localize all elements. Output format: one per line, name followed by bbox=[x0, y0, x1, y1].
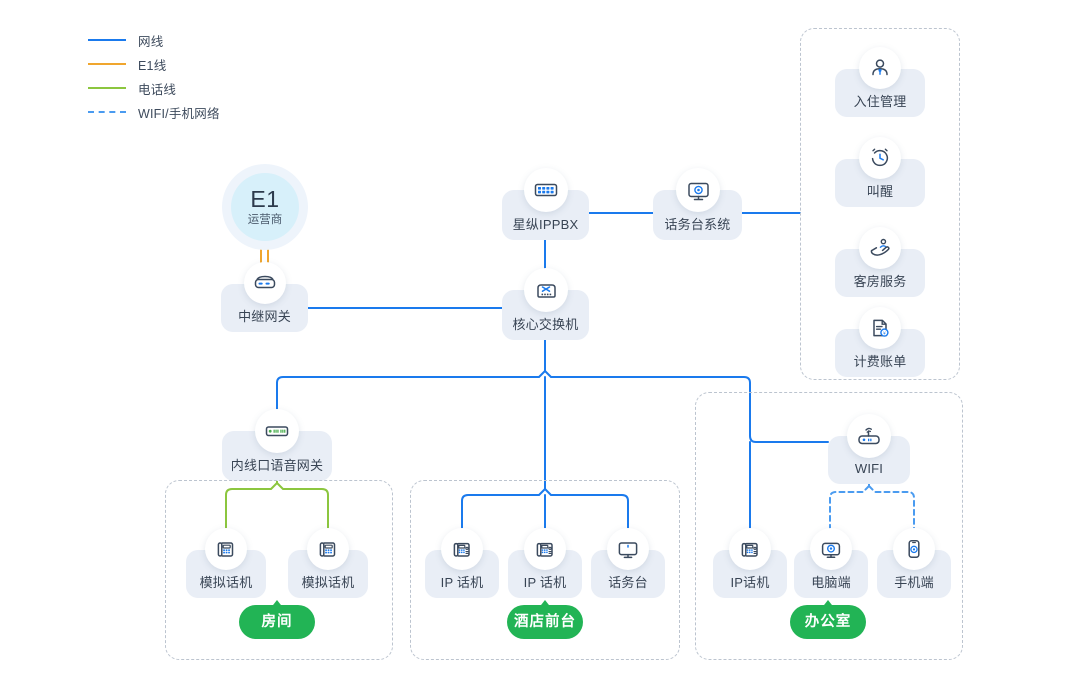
node-label: 模拟话机 bbox=[301, 575, 355, 590]
check-in-person-icon bbox=[859, 47, 901, 89]
console-monitor-icon bbox=[676, 168, 720, 212]
legend-item-wifi: WIFI/手机网络 bbox=[88, 100, 220, 124]
zone-pill: 办公室 bbox=[790, 605, 866, 639]
line-dashed-icon bbox=[88, 111, 126, 113]
legend-item-network: 网线 bbox=[88, 28, 220, 52]
ip-phone-icon bbox=[524, 528, 566, 570]
zone-label: 办公室 bbox=[804, 613, 852, 630]
node-label: IP 话机 bbox=[440, 575, 484, 590]
gateway-device-icon bbox=[244, 262, 286, 304]
desktop-client-icon bbox=[810, 528, 852, 570]
legend-label: 电话线 bbox=[138, 82, 177, 97]
svg-text:¥: ¥ bbox=[883, 330, 886, 335]
zone-pill: 房间 bbox=[239, 605, 315, 639]
billing-invoice-icon: ¥ bbox=[859, 307, 901, 349]
wire-branch-to-voice-gateway bbox=[276, 370, 546, 410]
legend: 网线 E1线 电话线 WIFI/手机网络 bbox=[88, 28, 220, 124]
legend-label: WIFI/手机网络 bbox=[138, 106, 220, 121]
wifi-router-icon bbox=[847, 414, 891, 458]
ip-phone-icon bbox=[729, 528, 771, 570]
mobile-client-icon bbox=[893, 528, 935, 570]
monitor-icon bbox=[607, 528, 649, 570]
node-label: 叫醒 bbox=[866, 184, 894, 199]
e1-subtitle: 运营商 bbox=[247, 213, 283, 226]
node-label: 手机端 bbox=[894, 575, 934, 590]
e1-title: E1 bbox=[250, 185, 280, 212]
alarm-clock-icon bbox=[859, 137, 901, 179]
node-label: 模拟话机 bbox=[199, 575, 253, 590]
room-service-hand-icon bbox=[859, 227, 901, 269]
node-label: 话务台 bbox=[608, 575, 648, 590]
node-label: 电脑端 bbox=[811, 575, 851, 590]
node-label: 入住管理 bbox=[853, 94, 907, 109]
node-label: IP话机 bbox=[730, 575, 770, 590]
analog-phone-icon bbox=[307, 528, 349, 570]
line-solid-icon bbox=[88, 39, 126, 41]
node-label: 客房服务 bbox=[853, 274, 907, 289]
voice-gateway-icon bbox=[255, 409, 299, 453]
node-label: IP 话机 bbox=[523, 575, 567, 590]
legend-item-telephone: 电话线 bbox=[88, 76, 220, 100]
legend-label: E1线 bbox=[138, 58, 167, 73]
zone-pill: 酒店前台 bbox=[507, 605, 583, 639]
zone-label: 房间 bbox=[261, 613, 293, 630]
legend-item-e1: E1线 bbox=[88, 52, 220, 76]
node-label: 话务台系统 bbox=[664, 217, 731, 232]
line-solid-icon bbox=[88, 87, 126, 89]
ip-phone-icon bbox=[441, 528, 483, 570]
legend-label: 网线 bbox=[138, 34, 164, 49]
node-label: 中继网关 bbox=[238, 309, 291, 324]
topology-diagram: 网线 E1线 电话线 WIFI/手机网络 E1 运营商 中继网关 星纵IPPBX… bbox=[0, 0, 1078, 680]
switch-icon bbox=[524, 268, 568, 312]
node-label: 计费账单 bbox=[853, 354, 907, 369]
zone-label: 酒店前台 bbox=[514, 613, 576, 630]
node-label: 核心交换机 bbox=[512, 317, 579, 332]
e1-core: E1 运营商 bbox=[231, 173, 299, 241]
node-label: 内线口语音网关 bbox=[230, 458, 324, 473]
line-solid-icon bbox=[88, 63, 126, 65]
pbx-rack-icon bbox=[524, 168, 568, 212]
node-label: 星纵IPPBX bbox=[512, 217, 579, 232]
analog-phone-icon bbox=[205, 528, 247, 570]
